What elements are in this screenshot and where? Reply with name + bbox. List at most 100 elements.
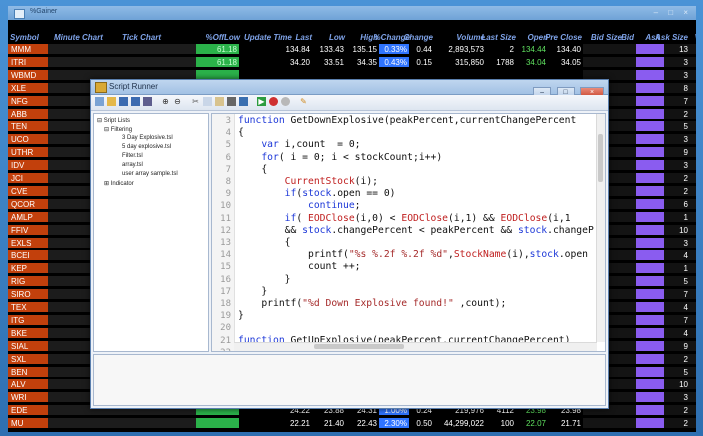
code-line[interactable]: }	[238, 310, 244, 321]
output-panel[interactable]	[93, 354, 606, 406]
column-header-last[interactable]: Last	[296, 33, 312, 42]
symbol-cell[interactable]: TEN	[8, 121, 48, 133]
cut-icon[interactable]: ✂	[191, 97, 200, 106]
code-line[interactable]: {	[238, 164, 267, 175]
column-header-ask-size[interactable]: Ask Size	[655, 33, 688, 42]
script-runner-titlebar[interactable]: Script Runner – □ ×	[91, 80, 608, 99]
column-header-low[interactable]: Low	[329, 33, 345, 42]
scroll-thumb[interactable]	[598, 134, 603, 182]
find-icon[interactable]	[227, 97, 236, 106]
column-header-v[interactable]: V	[695, 33, 696, 42]
code-line[interactable]: for( i = 0; i < stockCount;i++)	[238, 152, 442, 163]
table-row[interactable]: ITRI 61.18 34.20 33.51 34.35 0.43% 0.15 315,850…	[8, 56, 696, 69]
code-line[interactable]: CurrentStock(i);	[238, 176, 378, 187]
column-header-update-time[interactable]: Update Time	[244, 33, 292, 42]
code-editor[interactable]: 3 4567 8 9101112 13 14151617 18 192021 22 functi…	[211, 113, 606, 352]
settings-icon[interactable]	[281, 97, 290, 106]
symbol-cell[interactable]: EXLS	[8, 237, 48, 249]
symbol-cell[interactable]: ITG	[8, 314, 48, 326]
open-icon[interactable]	[107, 97, 116, 106]
code-line[interactable]: if( EODClose(i,0) < EODClose(i,1) && EOD…	[238, 213, 571, 224]
tree-file[interactable]: 3 Day Explosive.tsl	[122, 135, 173, 141]
symbol-cell[interactable]: BCEI	[8, 250, 48, 262]
vertical-scrollbar[interactable]	[596, 114, 605, 342]
symbol-cell[interactable]: UCO	[8, 134, 48, 146]
column-header-symbol[interactable]: Symbol	[10, 33, 39, 42]
symbol-cell[interactable]: ALV	[8, 379, 48, 391]
symbol-cell[interactable]: UTHR	[8, 147, 48, 159]
symbol-cell[interactable]: CVE	[8, 185, 48, 197]
symbol-cell[interactable]: JCI	[8, 173, 48, 184]
code-line[interactable]: }	[238, 286, 267, 297]
edit-icon[interactable]: ✎	[299, 97, 308, 106]
copy-icon[interactable]	[203, 97, 212, 106]
symbol-cell[interactable]: ABB	[8, 108, 48, 120]
symbol-cell[interactable]: RIG	[8, 276, 48, 288]
symbol-cell[interactable]: XLE	[8, 82, 48, 94]
column-header-pct-off-low[interactable]: %OffLow	[205, 33, 240, 42]
code-line[interactable]: if(stock.open == 0)	[238, 188, 396, 199]
symbol-cell[interactable]: BKE	[8, 327, 48, 339]
code-line[interactable]: && stock.changePercent < peakPercent && …	[238, 225, 594, 236]
save-all-icon[interactable]	[131, 97, 140, 106]
column-header-tick-chart[interactable]: Tick Chart	[122, 33, 161, 42]
code-line[interactable]: var i,count = 0;	[238, 139, 360, 150]
tree-node-filtering[interactable]: ⊟ Filtering	[104, 126, 132, 133]
symbol-cell[interactable]: QCOR	[8, 198, 48, 210]
app-window-controls[interactable]: – □ ×	[654, 8, 692, 17]
symbol-cell[interactable]: NFG	[8, 95, 48, 107]
symbol-cell[interactable]: MU	[8, 418, 48, 430]
tree-file[interactable]: user array sample.tsl	[122, 171, 178, 177]
symbol-cell[interactable]: EDE	[8, 405, 48, 417]
save-icon[interactable]	[119, 97, 128, 106]
print-icon[interactable]	[143, 97, 152, 106]
zoom-in-icon[interactable]: ⊕	[161, 97, 170, 106]
tree-node-indicator[interactable]: ⊞ Indicator	[104, 180, 134, 187]
zoom-out-icon[interactable]: ⊖	[173, 97, 182, 106]
code-line[interactable]: }	[238, 274, 291, 285]
tree-root[interactable]: ⊟ Sript Lists	[97, 117, 130, 124]
symbol-cell[interactable]: KEP	[8, 263, 48, 275]
code-line[interactable]: {	[238, 127, 244, 138]
symbol-cell[interactable]: AMLP	[8, 211, 48, 223]
cell-ask	[636, 56, 664, 68]
column-header-bid-size[interactable]: Bid Size	[591, 33, 622, 42]
horizontal-scrollbar[interactable]	[234, 342, 597, 351]
paste-icon[interactable]	[215, 97, 224, 106]
symbol-cell[interactable]: WRI	[8, 392, 48, 404]
run-icon[interactable]: ▶	[257, 97, 266, 106]
code-line[interactable]: printf("%s %.2f %.2f %d",StockName(i),st…	[238, 249, 588, 260]
table-row[interactable]: MMM 61.18 134.84 133.43 135.15 0.33% 0.44 2,893…	[8, 44, 696, 56]
tree-file[interactable]: 5 day explosive.tsl	[122, 144, 171, 150]
stop-icon[interactable]	[269, 97, 278, 106]
code-line[interactable]: continue;	[238, 200, 361, 211]
symbol-cell[interactable]: ITRI	[8, 56, 48, 68]
code-line[interactable]: function GetDownExplosive(peakPercent,cu…	[238, 115, 576, 126]
symbol-cell[interactable]: SIRO	[8, 289, 48, 301]
symbol-cell[interactable]: IDV	[8, 160, 48, 172]
symbol-cell[interactable]: SIAL	[8, 340, 48, 352]
app-titlebar[interactable]: %Gainer – □ ×	[8, 6, 696, 21]
table-row[interactable]: MU 22.21 21.40 22.43 2.30% 0.50 44,299,022 100 2…	[8, 418, 696, 430]
symbol-cell[interactable]: MMM	[8, 44, 48, 55]
column-header-change[interactable]: Change	[404, 33, 433, 42]
code-line[interactable]: printf("%d Down Explosive found!" ,count…	[238, 298, 506, 309]
column-header-bid[interactable]: Bid	[621, 33, 634, 42]
code-line[interactable]: count ++;	[238, 261, 361, 272]
symbol-cell[interactable]: BEN	[8, 366, 48, 378]
scroll-thumb[interactable]	[314, 344, 404, 349]
tree-file[interactable]: Filter.tsl	[122, 153, 143, 159]
cell-v	[690, 211, 696, 223]
script-runner-window[interactable]: Script Runner – □ × ⊕ ⊖ ✂ ▶ ✎ ⊟ Sript Li…	[90, 79, 609, 409]
replace-icon[interactable]	[239, 97, 248, 106]
column-header-last-size[interactable]: Last Size	[481, 33, 516, 42]
column-header-pre-close[interactable]: Pre Close	[545, 33, 582, 42]
symbol-cell[interactable]: FFIV	[8, 224, 48, 236]
symbol-cell[interactable]: SXL	[8, 353, 48, 365]
column-header-mini-chart[interactable]: Minute Chart	[54, 33, 103, 42]
tree-file[interactable]: array.tsl	[122, 162, 143, 168]
symbol-cell[interactable]: WBMD	[8, 69, 48, 81]
symbol-cell[interactable]: TEX	[8, 302, 48, 313]
code-line[interactable]: {	[238, 237, 291, 248]
new-icon[interactable]	[95, 97, 104, 106]
